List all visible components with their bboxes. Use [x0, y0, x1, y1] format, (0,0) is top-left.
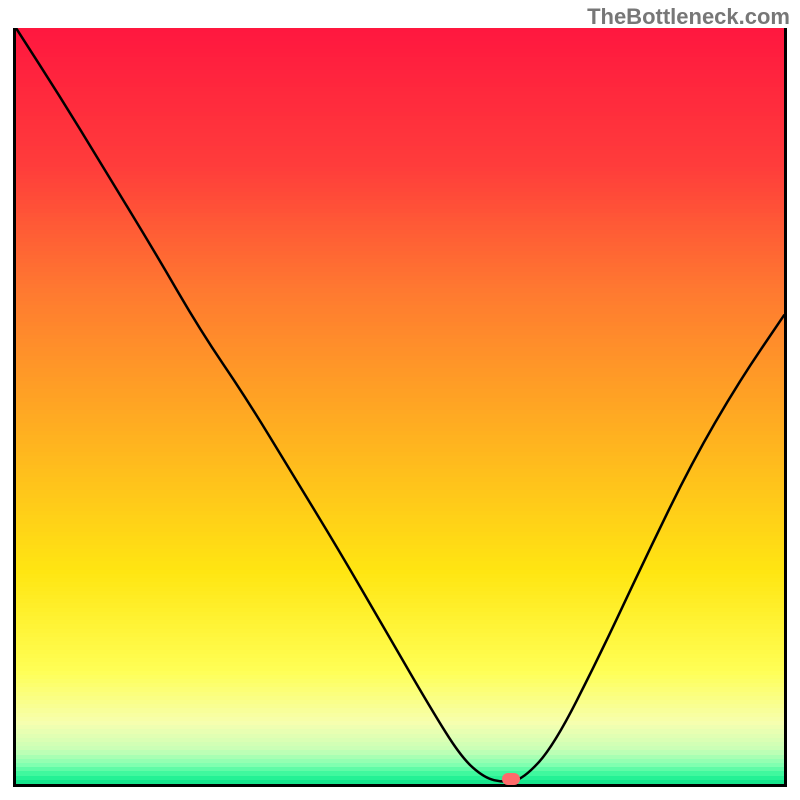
curve-svg — [16, 28, 784, 784]
bottleneck-curve — [16, 28, 784, 782]
watermark-text: TheBottleneck.com — [587, 4, 790, 30]
optimum-marker — [502, 773, 520, 785]
chart-container: TheBottleneck.com — [0, 0, 800, 800]
